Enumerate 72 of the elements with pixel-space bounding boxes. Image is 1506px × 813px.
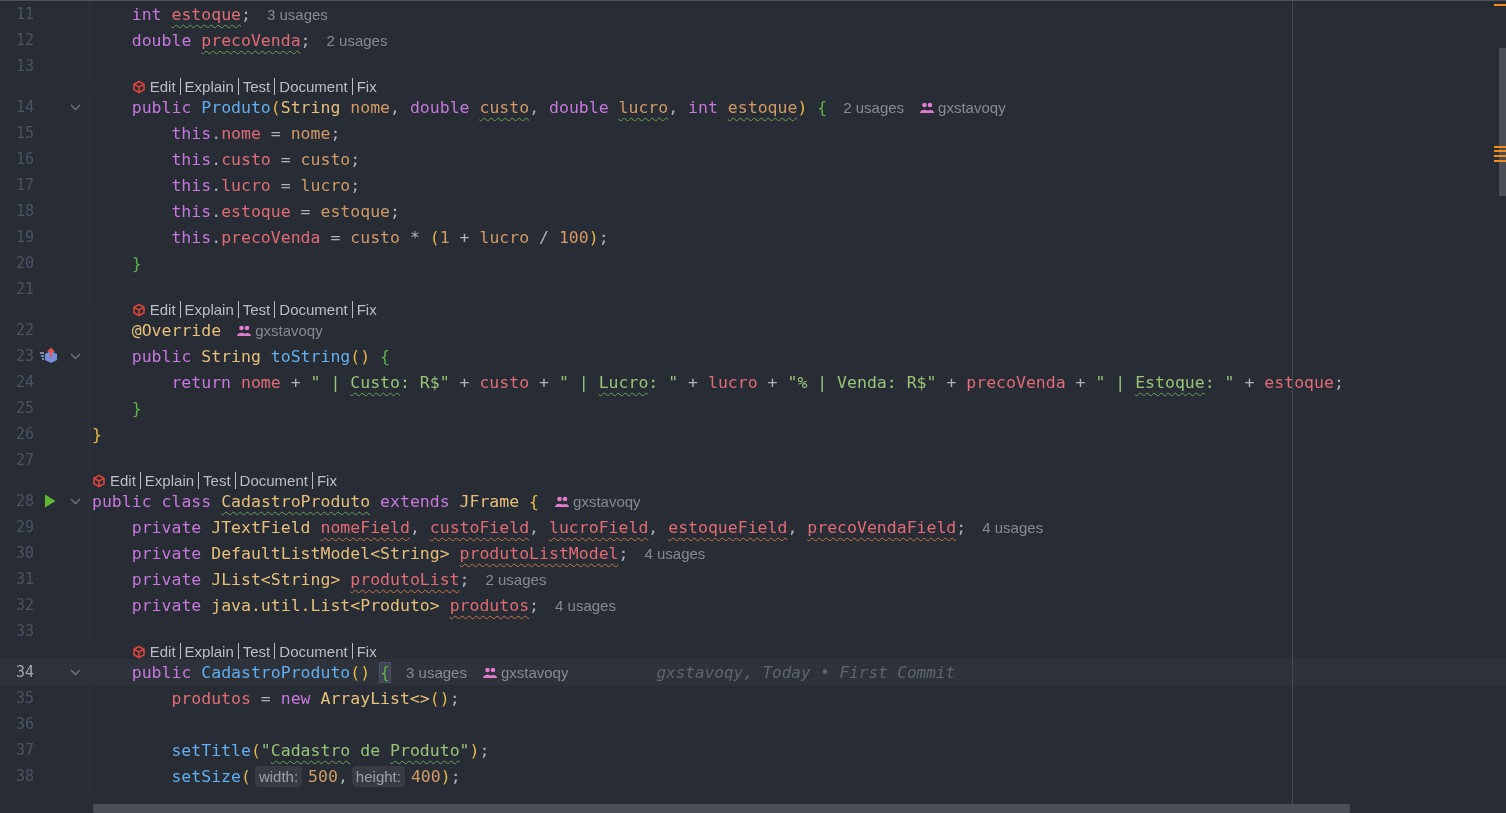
code-text: private JTextField nomeField, custoField, lucroField, estoqueField, precoVendaField;: [131, 517, 967, 537]
people-icon: [237, 324, 252, 336]
override-icon[interactable]: [40, 348, 60, 364]
cube-icon: [92, 473, 106, 488]
author-name[interactable]: gxstavoqy: [255, 321, 323, 339]
code-text: produtos = new ArrayList<>();: [171, 688, 460, 708]
code-text: private DefaultListModel<String> produtoListModel;: [131, 543, 629, 563]
code-text: double precoVenda;: [131, 30, 311, 50]
parameter-hint: height:: [351, 765, 405, 787]
chevron-down-icon[interactable]: [69, 352, 81, 360]
usages-link[interactable]: 2 usages: [843, 98, 905, 116]
usages-link[interactable]: 3 usages: [406, 663, 467, 681]
usages-link[interactable]: 4 usages: [555, 596, 616, 614]
code-text: this.custo = custo;: [171, 149, 361, 169]
lens-action[interactable]: Edit: [109, 472, 140, 489]
code-text: private JList<String> produtoList;: [131, 569, 470, 589]
author-name[interactable]: gxstavoqy: [500, 663, 569, 681]
lens-action[interactable]: Edit: [148, 643, 180, 660]
usages-link[interactable]: 4 usages: [644, 544, 706, 562]
lens-action[interactable]: Fix: [311, 472, 341, 489]
people-icon: [555, 495, 570, 507]
code-text: setSize(: [171, 766, 251, 786]
code-text: int estoque;: [131, 4, 251, 24]
lens-action[interactable]: Test: [237, 301, 275, 318]
chevron-down-icon[interactable]: [69, 668, 81, 676]
vertical-scrollbar[interactable]: [1499, 48, 1506, 196]
usages-link[interactable]: 4 usages: [982, 518, 1044, 536]
code-text: setTitle("Cadastro de Produto");: [171, 740, 490, 760]
lens-action[interactable]: Document: [274, 78, 352, 95]
people-icon: [482, 666, 497, 678]
chevron-down-icon[interactable]: [69, 497, 81, 505]
code-text: @Override: [131, 320, 222, 340]
lens-action[interactable]: Test: [198, 472, 235, 489]
code-text: this.nome = nome;: [171, 123, 341, 143]
chevron-down-icon[interactable]: [69, 103, 81, 111]
lens-action[interactable]: Explain: [139, 472, 199, 489]
code-text: this.lucro = lucro;: [171, 175, 361, 195]
code-text: public class CadastroProduto extends JFrame {: [92, 491, 540, 511]
cube-icon: [131, 79, 146, 94]
cube-icon: [131, 644, 146, 659]
lens-action[interactable]: Edit: [148, 78, 180, 95]
lens-action[interactable]: Edit: [148, 301, 180, 318]
author-name[interactable]: gxstavoqy: [573, 492, 641, 510]
code-text: public String toString() {: [131, 346, 391, 366]
lens-action[interactable]: Explain: [179, 78, 238, 95]
cube-icon: [131, 302, 146, 317]
code-text: private java.util.List<Produto> produtos;: [131, 595, 540, 615]
usages-link[interactable]: 2 usages: [326, 31, 388, 49]
code-text: }: [131, 253, 142, 273]
horizontal-scrollbar[interactable]: [93, 804, 1350, 813]
lens-action[interactable]: Test: [237, 78, 275, 95]
lens-action[interactable]: Explain: [179, 301, 238, 318]
usages-link[interactable]: 2 usages: [485, 570, 547, 588]
code-text: public Produto(String nome, double custo, double lucro, int estoque) {: [131, 97, 828, 117]
code-text: this.estoque = estoque;: [171, 201, 400, 221]
author-name[interactable]: gxstavoqy: [938, 98, 1006, 116]
code-text: 500,: [308, 766, 348, 786]
line-number: 34: [14, 663, 34, 681]
code-text: }: [92, 424, 102, 444]
code-text: public CadastroProduto() {: [131, 662, 391, 682]
lens-action[interactable]: Document: [234, 472, 312, 489]
code-text: return nome + " | Custo: R$" + custo + " | Lucro: " + lucro + "% | Venda: R$" + precoVenda + " | Estoque: " + estoque;: [171, 372, 1344, 392]
lens-action[interactable]: Fix: [351, 78, 381, 95]
run-icon[interactable]: [44, 494, 56, 508]
code-text: 400);: [410, 766, 461, 786]
usages-link[interactable]: 3 usages: [266, 5, 328, 23]
code-text: }: [131, 398, 142, 418]
lens-action[interactable]: Document: [274, 301, 352, 318]
lens-action[interactable]: Fix: [351, 301, 381, 318]
people-icon: [920, 101, 935, 113]
code-text: this.precoVenda = custo * (1 + lucro / 100);: [171, 227, 609, 247]
parameter-hint: width:: [254, 765, 303, 787]
